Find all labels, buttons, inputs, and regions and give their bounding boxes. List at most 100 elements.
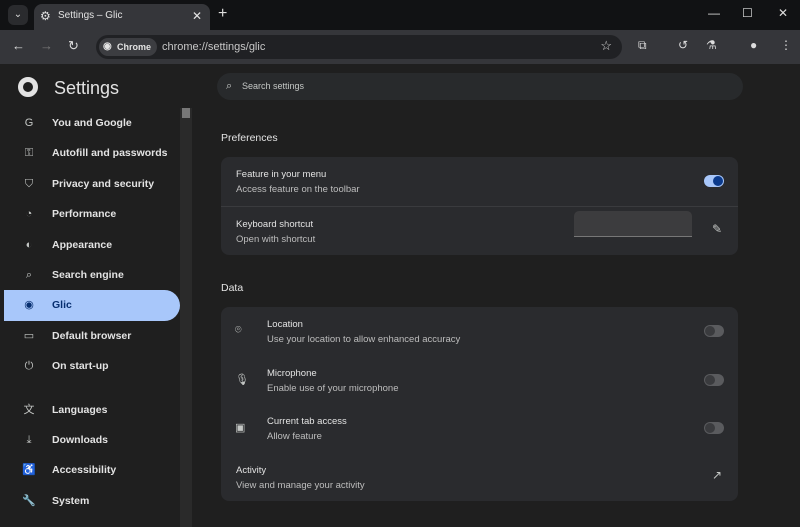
sidebar-item-performance[interactable]: ◔ Performance — [4, 199, 180, 229]
sidebar-item-label: Accessibility — [52, 464, 117, 477]
sidebar-separator — [4, 382, 180, 395]
sidebar-item-label: Default browser — [52, 329, 132, 342]
activity-subtitle: View and manage your activity — [236, 479, 365, 491]
scrollbar-thumb[interactable] — [182, 108, 190, 118]
sidebar-item-label: Glic — [52, 299, 72, 312]
history-icon[interactable]: ↺ — [678, 38, 688, 52]
sidebar-item-privacy-and-security[interactable]: ⛉ Privacy and security — [4, 169, 180, 199]
search-icon: ⌕ — [226, 80, 233, 92]
sidebar-item-label: Performance — [52, 208, 117, 221]
sidebar-icon: ⌕ — [25, 268, 33, 281]
feature-toggle[interactable] — [704, 175, 724, 187]
data-card: ⌾ Location Use your location to allow en… — [221, 307, 738, 501]
sidebar-icon: ⚿ — [24, 147, 34, 160]
back-button[interactable]: ← — [12, 38, 25, 53]
sidebar-icon: ⏻ — [24, 360, 34, 373]
sidebar-item-glic[interactable]: ◉ Glic — [4, 290, 180, 321]
page-title: Settings — [54, 78, 120, 98]
location-title: Location — [267, 319, 303, 330]
sidebar-icon: ◉ — [24, 299, 34, 312]
external-link-icon[interactable]: ↗ — [712, 468, 722, 482]
sidebar-item-label: Privacy and security — [52, 177, 155, 190]
microphone-subtitle: Enable use of your microphone — [267, 382, 399, 394]
tab-access-subtitle: Allow feature — [267, 431, 322, 442]
minimize-button[interactable]: — — [708, 6, 720, 20]
toolbar: ← → ↻ ◉ Chrome chrome://settings/glic ☆ ⧉… — [0, 30, 800, 64]
feature-subtitle: Access feature on the toolbar — [236, 184, 360, 195]
tab-icon: ▣ — [235, 422, 246, 434]
profile-avatar[interactable]: ● — [750, 38, 757, 52]
url-text[interactable]: chrome://settings/glic — [162, 35, 265, 59]
shortcut-input[interactable] — [574, 211, 692, 237]
microphone-row: 🎙 Microphone Enable use of your micropho… — [221, 356, 738, 405]
reload-button[interactable]: ↻ — [68, 38, 79, 54]
sidebar-item-autofill-and-passwords[interactable]: ⚿ Autofill and passwords — [4, 138, 180, 168]
sidebar-item-downloads[interactable]: ⤓ Downloads — [4, 425, 180, 455]
preferences-card: Feature in your menu Access feature on t… — [221, 157, 738, 255]
chrome-icon: ◉ — [103, 41, 112, 52]
shortcut-subtitle: Open with shortcut — [236, 234, 316, 245]
preferences-heading: Preferences — [221, 132, 278, 144]
search-input[interactable]: ⌕ Search settings — [217, 73, 743, 100]
sidebar-scrollbar[interactable] — [180, 108, 192, 527]
tab-settings[interactable]: ⚙ Settings – Glic ✕ — [34, 4, 210, 30]
sidebar-item-label: Autofill and passwords — [52, 147, 168, 160]
site-info-chip[interactable]: ◉ Chrome — [99, 38, 158, 56]
bookmark-star-icon[interactable]: ☆ — [600, 38, 612, 54]
sidebar-item-appearance[interactable]: ◐ Appearance — [4, 230, 180, 260]
sidebar-item-default-browser[interactable]: ▭ Default browser — [4, 321, 180, 351]
tab-access-title: Current tab access — [267, 416, 347, 427]
shortcut-row: Keyboard shortcut Open with shortcut ✎ — [221, 206, 738, 255]
sidebar-item-label: Search engine — [52, 268, 124, 281]
sidebar-item-search-engine[interactable]: ⌕ Search engine — [4, 260, 180, 290]
activity-row[interactable]: Activity View and manage your activity ↗ — [221, 453, 738, 502]
sidebar-item-label: Downloads — [52, 433, 109, 446]
feature-row: Feature in your menu Access feature on t… — [221, 157, 738, 206]
sidebar-icon: G — [24, 117, 34, 129]
microphone-title: Microphone — [267, 367, 317, 379]
tab-access-row: ▣ Current tab access Allow feature — [221, 404, 738, 453]
sidebar-icon: ⤓ — [26, 433, 32, 446]
sidebar-icon: 🔧 — [22, 494, 36, 507]
sidebar-item-label: Languages — [52, 403, 108, 416]
tab-search-button[interactable]: ⌄ — [8, 5, 28, 25]
sidebar-item-system[interactable]: 🔧 System — [4, 486, 180, 516]
location-toggle[interactable] — [704, 325, 724, 337]
location-pin-icon: ⌾ — [235, 324, 242, 336]
sidebar-icon: ▭ — [23, 329, 35, 342]
maximize-button[interactable]: ☐ — [742, 6, 753, 20]
activity-title: Activity — [236, 464, 267, 476]
location-subtitle: Use your location to allow enhanced accu… — [267, 334, 461, 345]
sidebar-icon: ♿ — [22, 464, 36, 477]
close-tab-icon[interactable]: ✕ — [192, 4, 202, 28]
feature-title: Feature in your menu — [236, 169, 327, 180]
sidebar-item-label: Appearance — [52, 238, 113, 251]
location-row: ⌾ Location Use your location to allow en… — [221, 307, 738, 356]
address-bar[interactable]: ◉ Chrome chrome://settings/glic ☆ — [96, 35, 622, 59]
sidebar-item-label: System — [52, 494, 90, 507]
tab-title: Settings – Glic — [58, 10, 123, 21]
microphone-icon: 🎙 — [235, 373, 249, 386]
sidebar-icon: ◔ — [25, 208, 33, 221]
gear-icon: ⚙ — [40, 9, 51, 23]
pencil-edit-icon[interactable]: ✎ — [712, 222, 722, 236]
sidebar-item-languages[interactable]: 文 Languages — [4, 395, 180, 425]
tab-access-toggle[interactable] — [704, 422, 724, 434]
settings-page: Settings ⌕ Search settings G You and Googl… — [4, 64, 800, 527]
forward-button[interactable]: → — [40, 38, 53, 53]
menu-icon[interactable]: ⋮ — [780, 38, 792, 52]
labs-flask-icon[interactable]: ⚗ — [706, 38, 717, 52]
sidebar-icon: 文 — [23, 403, 35, 416]
sidebar-item-label: You and Google — [52, 117, 132, 129]
sidebar-item-accessibility[interactable]: ♿ Accessibility — [4, 455, 180, 485]
new-tab-button[interactable]: + — [218, 5, 227, 23]
sidebar: G You and Google ⚿ Autofill and passwords ⛉ P… — [4, 108, 180, 516]
extensions-icon[interactable]: ⧉ — [638, 38, 647, 53]
sidebar-item-you-and-google[interactable]: G You and Google — [4, 108, 180, 138]
search-placeholder: Search settings — [242, 81, 305, 91]
microphone-toggle[interactable] — [704, 373, 724, 386]
sidebar-item-on-start-up[interactable]: ⏻ On start-up — [4, 351, 180, 381]
sidebar-icon: ◐ — [25, 238, 33, 251]
close-window-button[interactable]: ✕ — [778, 6, 788, 20]
chip-label: Chrome — [117, 42, 152, 52]
